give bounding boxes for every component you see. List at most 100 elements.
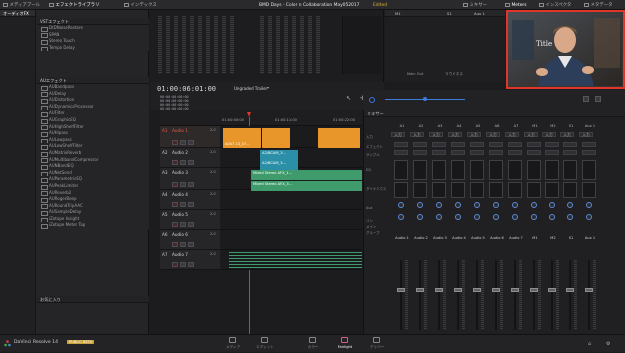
track-name-label[interactable]: Audio 4 <box>172 192 188 197</box>
mixer-fader-track[interactable] <box>419 260 421 330</box>
mixer-effects-slot[interactable] <box>432 142 446 147</box>
mixer-effects-slot[interactable] <box>413 142 427 147</box>
mixer-input-select[interactable]: 入力 <box>524 132 538 137</box>
mixer-fader-handle[interactable] <box>566 288 574 292</box>
mixer-aux-knob[interactable] <box>436 202 442 208</box>
track-solo-button[interactable] <box>180 242 186 247</box>
audio-clip-a3-2[interactable]: Mixed Stereo AFX_3... <box>251 181 362 191</box>
timeline-name[interactable]: Ungraded Trailer <box>234 86 267 91</box>
mixer-aux-knob[interactable] <box>549 202 555 208</box>
mixer-eq-graph[interactable] <box>582 160 596 180</box>
mixer-sample-slot[interactable] <box>508 150 522 155</box>
track-name-label[interactable]: Audio 6 <box>172 232 188 237</box>
mixer-eq-graph[interactable] <box>394 160 408 180</box>
mixer-pan-knob[interactable] <box>398 214 404 220</box>
mixer-pan-knob[interactable] <box>493 214 499 220</box>
mixer-fader-track[interactable] <box>551 260 553 330</box>
mixer-eq-graph[interactable] <box>508 160 522 180</box>
track-name-label[interactable]: Audio 3 <box>172 170 188 175</box>
mixer-eq-graph[interactable] <box>563 160 577 180</box>
mixer-fader-track[interactable] <box>400 260 402 330</box>
mixer-eq-graph[interactable] <box>470 160 484 180</box>
media-pool-tab[interactable]: メディアプール <box>3 0 40 10</box>
mixer-aux-knob[interactable] <box>586 202 592 208</box>
mixer-sample-slot[interactable] <box>451 150 465 155</box>
mixer-eq-graph[interactable] <box>489 160 503 180</box>
video-viewer[interactable]: Title <box>506 10 625 89</box>
mixer-effects-slot[interactable] <box>508 142 522 147</box>
mixer-effects-slot[interactable] <box>451 142 465 147</box>
mixer-fader-handle[interactable] <box>492 288 500 292</box>
mixer-input-select[interactable]: 入力 <box>560 132 574 137</box>
au-effect-item[interactable]: AUNetSend <box>37 170 149 177</box>
mixer-pan-knob[interactable] <box>455 214 461 220</box>
track-solo-button[interactable] <box>180 262 186 267</box>
au-effect-item[interactable]: AULowpass <box>37 137 149 144</box>
metadata-tab[interactable]: メタデータ <box>584 0 612 10</box>
mixer-sample-slot[interactable] <box>470 150 484 155</box>
audio-clip-a7-stack[interactable] <box>229 252 362 268</box>
audio-clip-a2-2[interactable]: A2/BCAM_3... <box>260 160 298 170</box>
vst-effect-item[interactable]: Stereo Touch <box>37 38 149 45</box>
mixer-fader-handle[interactable] <box>435 288 443 292</box>
mixer-fader-track[interactable] <box>514 260 516 330</box>
track-solo-button[interactable] <box>180 202 186 207</box>
snap-icon[interactable] <box>369 97 375 103</box>
mixer-fader-handle[interactable] <box>548 288 556 292</box>
track-solo-button[interactable] <box>180 182 186 187</box>
audio-clip-a1-2[interactable] <box>262 128 290 148</box>
au-effect-item[interactable]: AUHipass <box>37 130 149 137</box>
au-effect-item[interactable]: AURogerBeep <box>37 196 149 203</box>
mixer-effects-slot[interactable] <box>394 142 408 147</box>
zoom-slider-handle[interactable] <box>423 97 427 101</box>
mixer-sample-slot[interactable] <box>545 150 559 155</box>
mixer-aux-knob[interactable] <box>531 202 537 208</box>
mixer-fader-handle[interactable] <box>397 288 405 292</box>
mixer-dynamics-graph[interactable] <box>563 182 577 198</box>
mixer-input-select[interactable]: 入力 <box>579 132 593 137</box>
au-effect-item[interactable]: AUBandpass <box>37 84 149 91</box>
mixer-fader-track[interactable] <box>569 260 571 330</box>
page-tab-2[interactable]: カラー <box>296 335 330 353</box>
mixer-dynamics-graph[interactable] <box>527 182 541 198</box>
mixer-dynamics-graph[interactable] <box>545 182 559 198</box>
mixer-fader-handle[interactable] <box>511 288 519 292</box>
index-tab[interactable]: インデックス <box>124 0 157 10</box>
mixer-aux-knob[interactable] <box>417 202 423 208</box>
track-solo-button[interactable] <box>180 140 186 145</box>
mixer-input-select[interactable]: 入力 <box>542 132 556 137</box>
mixer-pan-knob[interactable] <box>549 214 555 220</box>
mixer-sample-slot[interactable] <box>489 150 503 155</box>
mixer-pan-knob[interactable] <box>417 214 423 220</box>
mixer-dynamics-graph[interactable] <box>489 182 503 198</box>
mixer-sample-slot[interactable] <box>582 150 596 155</box>
timeline-dropdown-icon[interactable]: ▾ <box>267 85 269 90</box>
mixer-input-select[interactable]: 入力 <box>505 132 519 137</box>
au-effect-item[interactable]: AUPeakLimiter <box>37 183 149 190</box>
mixer-input-select[interactable]: 入力 <box>467 132 481 137</box>
track-arm-button[interactable] <box>172 160 178 165</box>
fullscreen-icon[interactable] <box>583 96 589 102</box>
mixer-effects-slot[interactable] <box>470 142 484 147</box>
track-arm-button[interactable] <box>172 242 178 247</box>
track-mute-button[interactable] <box>188 202 194 207</box>
mixer-fader-track[interactable] <box>588 260 590 330</box>
mixer-dynamics-graph[interactable] <box>451 182 465 198</box>
track-mute-button[interactable] <box>188 140 194 145</box>
mixer-fader-handle[interactable] <box>585 288 593 292</box>
mixer-input-select[interactable]: 入力 <box>410 132 424 137</box>
mixer-aux-knob[interactable] <box>493 202 499 208</box>
track-arm-button[interactable] <box>172 202 178 207</box>
mixer-effects-slot[interactable] <box>582 142 596 147</box>
mixer-tab[interactable]: ミキサー <box>463 0 487 10</box>
audio-clip-a1-3[interactable] <box>318 128 360 148</box>
mixer-fader-handle[interactable] <box>454 288 462 292</box>
mixer-input-select[interactable]: 入力 <box>448 132 462 137</box>
audio-clip-a1-1[interactable]: A047 13_07... <box>223 128 261 148</box>
home-icon[interactable]: ⌂ <box>588 341 591 347</box>
mixer-eq-graph[interactable] <box>413 160 427 180</box>
au-effect-item[interactable]: AUMultibandCompressor <box>37 157 149 164</box>
au-effect-item[interactable]: iZotope Insight <box>37 216 149 223</box>
mixer-eq-graph[interactable] <box>545 160 559 180</box>
audio-clip-a2-1[interactable]: A2/BCAM_3... <box>260 150 298 160</box>
